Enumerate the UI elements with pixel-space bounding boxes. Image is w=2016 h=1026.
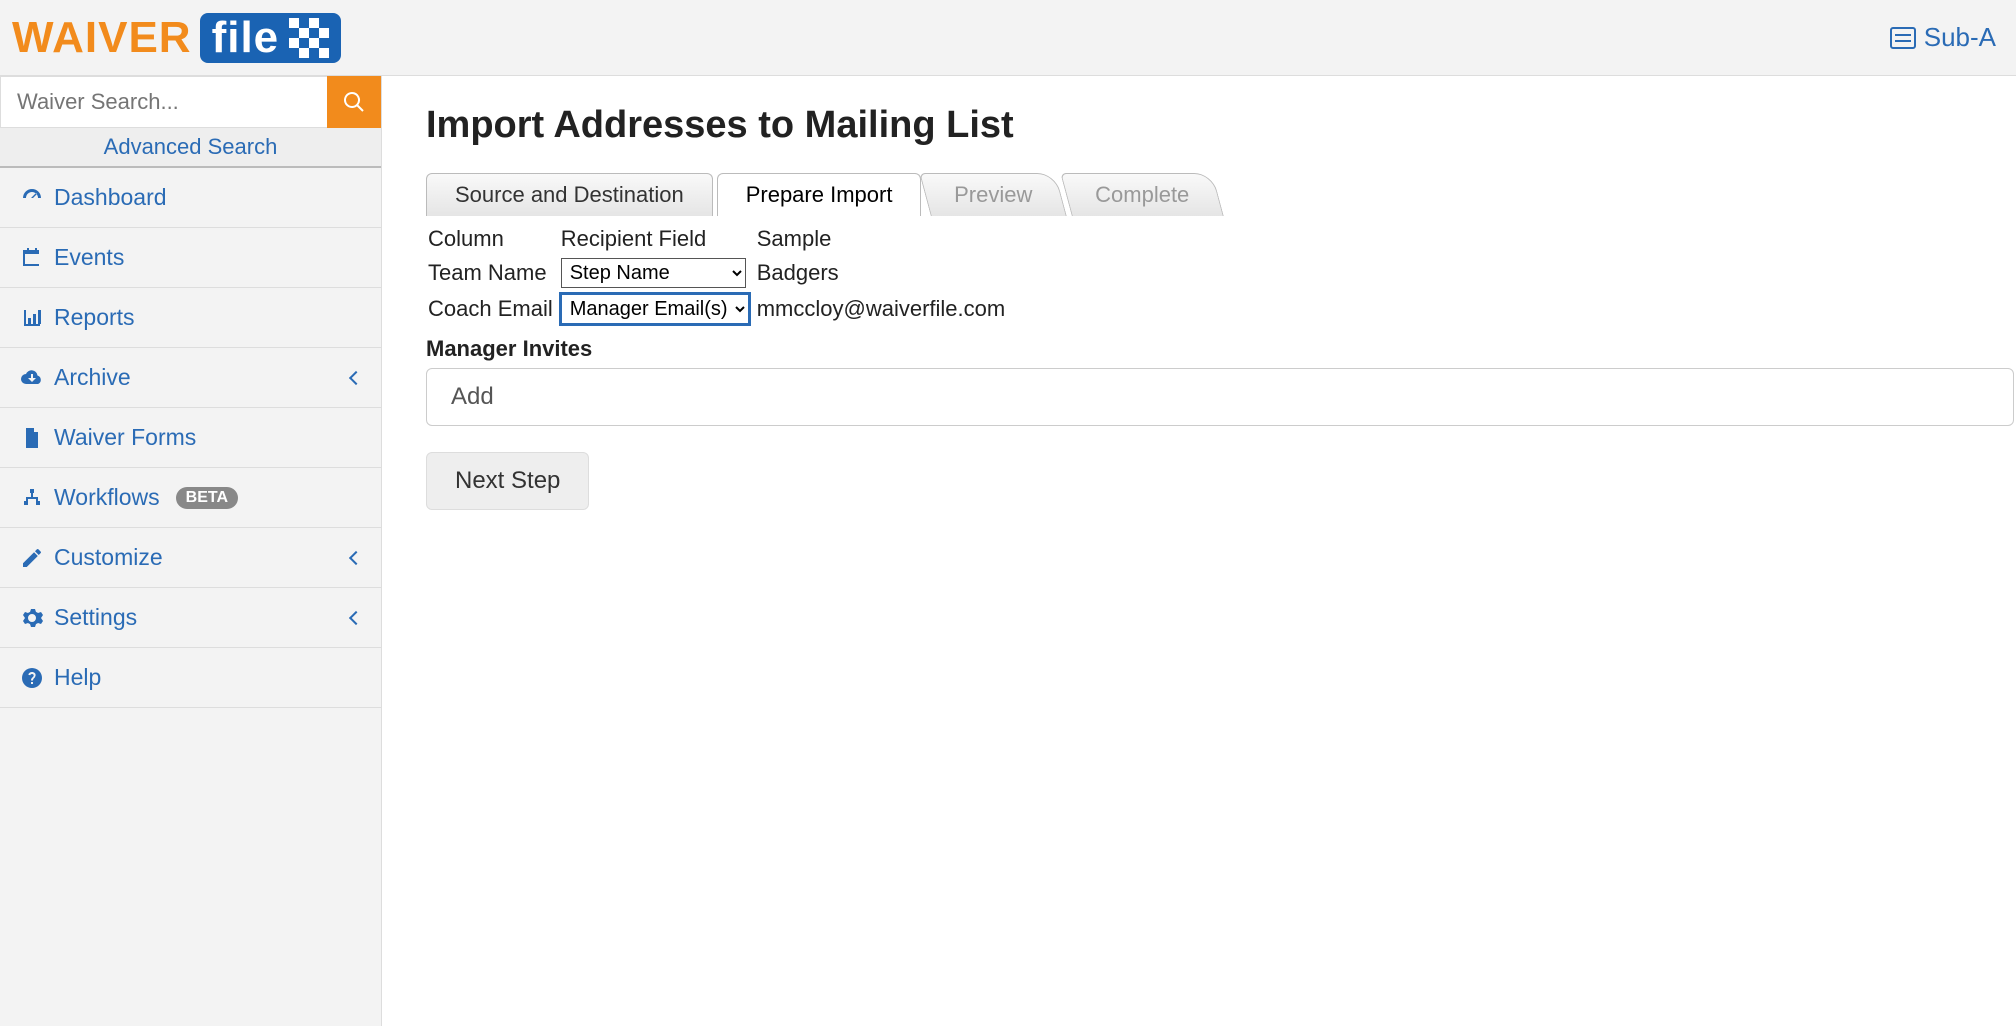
tabs: Source and DestinationPrepare ImportPrev… <box>426 173 2016 216</box>
col-header-column: Column <box>428 224 559 254</box>
app-header: WAIVER file Sub-A <box>0 0 2016 76</box>
sidebar-item-workflows[interactable]: Workflows BETA <box>0 468 381 528</box>
sidebar-item-settings[interactable]: Settings <box>0 588 381 648</box>
mapping-table: Column Recipient Field Sample Team NameS… <box>426 222 1013 328</box>
sidebar-item-help[interactable]: Help <box>0 648 381 708</box>
sidebar-item-reports[interactable]: Reports <box>0 288 381 348</box>
sample-value: mmccloy@waiverfile.com <box>757 292 1011 326</box>
gear-icon <box>20 606 44 630</box>
search-button[interactable] <box>327 76 381 128</box>
sidebar-item-label: Waiver Forms <box>54 424 196 451</box>
sidebar-item-archive[interactable]: Archive <box>0 348 381 408</box>
sidebar-item-label: Workflows <box>54 484 160 511</box>
sidebar-item-label: Events <box>54 244 124 271</box>
sitemap-icon <box>20 486 44 510</box>
column-name: Team Name <box>428 256 559 290</box>
table-row: Coach EmailManager Email(s) mmccloy@waive… <box>428 292 1011 326</box>
help-icon <box>20 666 44 690</box>
sidebar-item-dashboard[interactable]: Dashboard <box>0 168 381 228</box>
tab-prepare-import[interactable]: Prepare Import <box>717 173 922 216</box>
table-row: Team NameStep Name Badgers <box>428 256 1011 290</box>
sidebar-item-label: Customize <box>54 544 163 571</box>
main-content: Import Addresses to Mailing List Source … <box>382 76 2016 1026</box>
list-icon <box>1890 27 1916 49</box>
manager-invites-label: Manager Invites <box>426 336 2016 362</box>
dashboard-icon <box>20 186 44 210</box>
chart-icon <box>20 306 44 330</box>
chevron-left-icon <box>349 370 363 384</box>
sample-value: Badgers <box>757 256 1011 290</box>
add-invite-button[interactable]: Add <box>426 368 2014 426</box>
sidebar-item-label: Archive <box>54 364 131 391</box>
chevron-left-icon <box>349 610 363 624</box>
sidebar-item-customize[interactable]: Customize <box>0 528 381 588</box>
col-header-sample: Sample <box>757 224 1011 254</box>
sidebar-item-waiver-forms[interactable]: Waiver Forms <box>0 408 381 468</box>
col-header-field: Recipient Field <box>561 224 755 254</box>
column-name: Coach Email <box>428 292 559 326</box>
sidebar-item-label: Dashboard <box>54 184 167 211</box>
cloud-download-icon <box>20 366 44 390</box>
tab-source-and-destination[interactable]: Source and Destination <box>426 173 713 216</box>
logo-text-waiver: WAIVER <box>12 13 192 63</box>
search-icon <box>342 90 366 114</box>
sidebar: Advanced Search Dashboard Events Reports Ar… <box>0 76 382 1026</box>
next-step-button[interactable]: Next Step <box>426 452 589 510</box>
sidebar-item-label: Reports <box>54 304 135 331</box>
recipient-field-select[interactable]: Manager Email(s) <box>561 294 749 324</box>
logo[interactable]: WAIVER file <box>12 13 341 63</box>
file-icon <box>20 426 44 450</box>
edit-icon <box>20 546 44 570</box>
recipient-field-select[interactable]: Step Name <box>561 258 746 288</box>
checker-icon <box>289 18 329 58</box>
calendar-icon <box>20 246 44 270</box>
sub-account-link[interactable]: Sub-A <box>1890 22 1996 53</box>
tab-preview: Preview <box>920 173 1068 216</box>
search-input[interactable] <box>0 76 327 128</box>
advanced-search-link[interactable]: Advanced Search <box>0 128 381 168</box>
tab-complete: Complete <box>1060 173 1224 216</box>
sidebar-item-label: Help <box>54 664 101 691</box>
sidebar-item-label: Settings <box>54 604 137 631</box>
page-title: Import Addresses to Mailing List <box>426 104 2016 147</box>
logo-text-file: file <box>200 13 342 63</box>
sidebar-item-events[interactable]: Events <box>0 228 381 288</box>
beta-badge: BETA <box>176 487 238 509</box>
chevron-left-icon <box>349 550 363 564</box>
